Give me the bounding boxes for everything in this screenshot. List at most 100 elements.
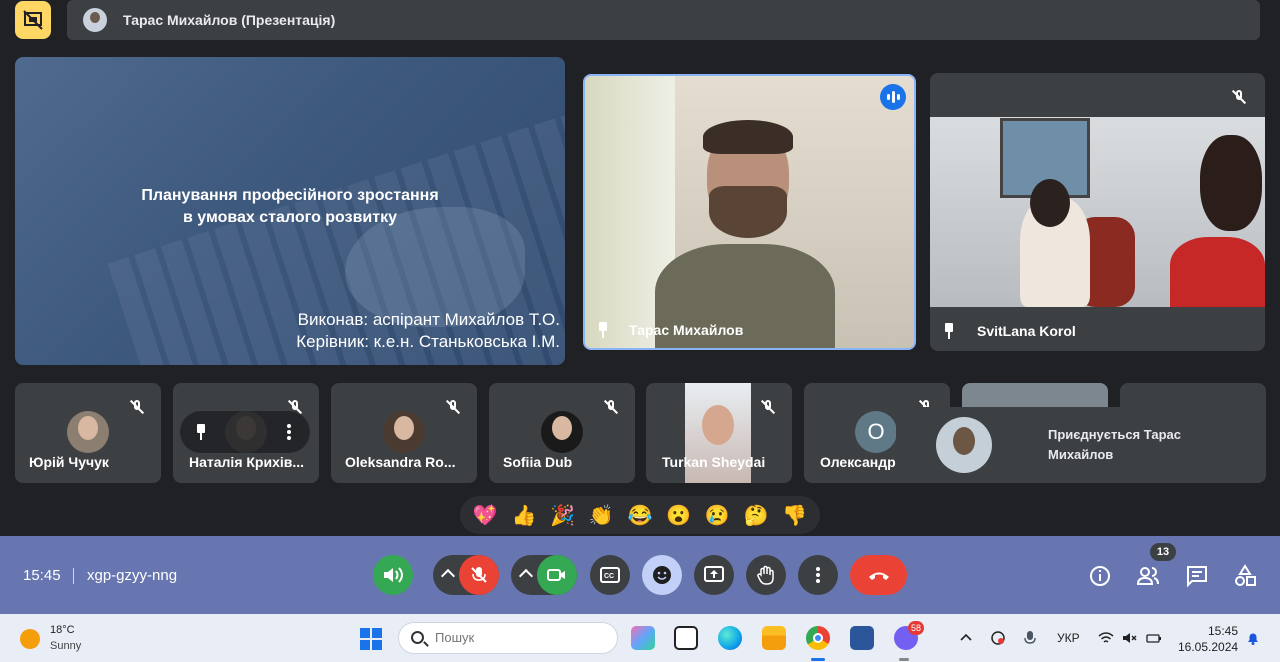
people-icon[interactable] bbox=[1136, 564, 1160, 588]
word-icon[interactable] bbox=[850, 626, 874, 650]
people-count-badge: 13 bbox=[1150, 543, 1176, 561]
windows-start-icon[interactable] bbox=[360, 628, 382, 650]
slide-credits: Виконав: аспірант Михайлов Т.О. Керівник… bbox=[296, 309, 560, 353]
microphone-icon[interactable] bbox=[1022, 630, 1038, 646]
participant-name: Sofiia Dub bbox=[503, 454, 573, 470]
participant-name: Наталія Крихів... bbox=[189, 454, 305, 470]
mic-off-icon bbox=[445, 399, 461, 415]
chrome-center bbox=[813, 633, 823, 643]
participant-tile[interactable]: Юрій Чучук bbox=[15, 383, 161, 483]
battery-icon[interactable] bbox=[1146, 630, 1162, 646]
pin-icon[interactable] bbox=[596, 322, 610, 338]
present-screen-button[interactable] bbox=[694, 555, 734, 595]
clock-date[interactable]: 16.05.2024 bbox=[1178, 640, 1238, 654]
edge-icon[interactable] bbox=[718, 626, 742, 650]
present-toggle-button[interactable] bbox=[15, 1, 51, 39]
svg-text:CC: CC bbox=[604, 573, 614, 580]
active-app-indicator bbox=[899, 658, 909, 661]
microphone-toggle-button[interactable] bbox=[459, 555, 499, 595]
tile-name-taras: Тарас Михайлов bbox=[629, 322, 744, 338]
notification-bell-icon[interactable] bbox=[1245, 630, 1261, 646]
participant-tile[interactable]: Oleksandra Ro... bbox=[331, 383, 477, 483]
present-screen-icon bbox=[704, 566, 724, 582]
more-vert-icon bbox=[816, 567, 820, 583]
reaction-clap[interactable]: 👏 bbox=[589, 503, 614, 528]
reaction-thinking[interactable]: 🤔 bbox=[743, 503, 768, 528]
avatar bbox=[541, 411, 583, 453]
video-person-1-head bbox=[1030, 179, 1070, 227]
info-icon[interactable] bbox=[1088, 564, 1112, 588]
wifi-icon[interactable] bbox=[1098, 630, 1114, 646]
camera-toggle-button[interactable] bbox=[537, 555, 577, 595]
reactions-bar: 💖 👍 🎉 👏 😂 😮 😢 🤔 👎 bbox=[460, 496, 820, 534]
reaction-laugh[interactable]: 😂 bbox=[628, 503, 653, 528]
avatar bbox=[936, 417, 992, 473]
presenter-bar: Тарас Михайлов (Презентація) bbox=[67, 0, 1260, 40]
reaction-thumbs-up[interactable]: 👍 bbox=[512, 503, 537, 528]
pin-icon[interactable] bbox=[194, 424, 208, 440]
sync-icon[interactable] bbox=[990, 630, 1006, 646]
video-person-hair bbox=[703, 120, 793, 154]
search-icon bbox=[411, 631, 424, 644]
divider bbox=[73, 568, 74, 584]
slide-author: Виконав: аспірант Михайлов Т.О. bbox=[297, 310, 560, 329]
hand-icon bbox=[757, 565, 774, 585]
weather-desc[interactable]: Sunny bbox=[50, 640, 81, 652]
video-person-2-head bbox=[1200, 135, 1262, 231]
emoji-reactions-button[interactable] bbox=[642, 555, 682, 595]
active-app-indicator bbox=[811, 658, 825, 661]
speaker-button[interactable] bbox=[373, 555, 413, 595]
volume-muted-icon[interactable] bbox=[1122, 630, 1138, 646]
more-options-icon[interactable] bbox=[287, 424, 291, 440]
participant-name: Turkan Sheydai bbox=[662, 454, 766, 470]
avatar: О bbox=[855, 411, 897, 453]
mic-off-icon bbox=[603, 399, 619, 415]
weather-temp[interactable]: 18°C bbox=[50, 624, 75, 636]
video-tile-taras[interactable]: Тарас Михайлов bbox=[583, 74, 916, 350]
task-view-icon[interactable] bbox=[674, 626, 698, 650]
raise-hand-button[interactable] bbox=[746, 555, 786, 595]
leave-call-button[interactable] bbox=[850, 555, 907, 595]
viber-badge: 58 bbox=[908, 621, 924, 635]
participant-tile[interactable]: Turkan Sheydai bbox=[646, 383, 792, 483]
copilot-icon[interactable] bbox=[631, 626, 655, 650]
file-explorer-icon[interactable] bbox=[762, 626, 786, 650]
captions-button[interactable]: CC bbox=[590, 555, 630, 595]
video-tile-svitlana[interactable]: SvitLana Korol bbox=[930, 73, 1265, 351]
presenter-avatar bbox=[83, 8, 107, 32]
mic-off-icon bbox=[760, 399, 776, 415]
chat-icon[interactable] bbox=[1185, 564, 1209, 588]
presentation-slide[interactable]: Планування професійного зростання в умов… bbox=[15, 57, 565, 365]
meeting-time: 15:45 bbox=[23, 567, 61, 584]
language-indicator[interactable]: УКР bbox=[1057, 631, 1080, 645]
reaction-heart[interactable]: 💖 bbox=[473, 503, 498, 528]
camera-icon bbox=[547, 569, 565, 581]
join-notification: Приєднується Тарас Михайлов bbox=[896, 407, 1256, 483]
reaction-thumbs-down[interactable]: 👎 bbox=[782, 503, 807, 528]
avatar bbox=[383, 411, 425, 453]
join-message: Приєднується Тарас Михайлов bbox=[1048, 427, 1182, 462]
participant-name: Oleksandra Ro... bbox=[345, 454, 456, 470]
participant-name: Юрій Чучук bbox=[29, 454, 109, 470]
clock-time[interactable]: 15:45 bbox=[1208, 624, 1238, 638]
speaking-indicator-icon bbox=[880, 84, 906, 110]
chevron-up-icon[interactable] bbox=[958, 630, 974, 646]
slide-title-line1: Планування професійного зростання bbox=[141, 187, 439, 204]
pin-icon[interactable] bbox=[942, 323, 956, 339]
smiley-icon bbox=[653, 566, 671, 584]
search-input[interactable] bbox=[435, 630, 605, 645]
activities-icon[interactable] bbox=[1233, 564, 1257, 588]
reaction-sad[interactable]: 😢 bbox=[705, 503, 730, 528]
taskbar-search[interactable] bbox=[398, 622, 618, 654]
participant-video-head bbox=[702, 405, 734, 445]
reaction-party[interactable]: 🎉 bbox=[550, 503, 575, 528]
video-person-beard bbox=[709, 186, 787, 238]
slide-supervisor: Керівник: к.е.н. Станьковська І.М. bbox=[296, 332, 560, 351]
windows-taskbar: 18°C Sunny УКР 15:45 16.05.2024 bbox=[0, 614, 1280, 662]
participant-tile[interactable]: Sofiia Dub bbox=[489, 383, 635, 483]
reaction-surprised[interactable]: 😮 bbox=[666, 503, 691, 528]
video-person-2 bbox=[1170, 237, 1265, 307]
more-options-button[interactable] bbox=[798, 555, 838, 595]
sun-icon[interactable] bbox=[20, 629, 40, 649]
volume-icon bbox=[384, 567, 403, 583]
